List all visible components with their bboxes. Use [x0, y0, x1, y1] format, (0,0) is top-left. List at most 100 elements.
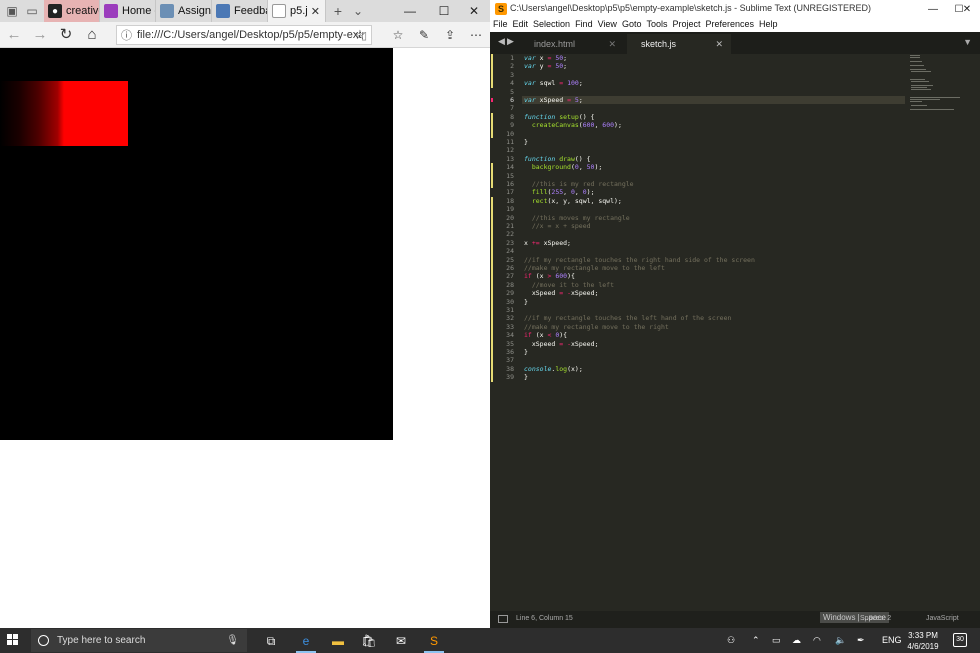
line-number: 28	[506, 280, 514, 289]
set-aside-tabs-icon[interactable]: ▣	[4, 3, 20, 19]
minimap-line	[910, 97, 960, 98]
code-editor[interactable]: var x = 50; var y = 50; var sqwl = 100; …	[522, 54, 905, 611]
mail-icon[interactable]: ✉	[388, 629, 414, 653]
tab-label: index.html	[534, 39, 576, 49]
git-modified-marker	[491, 163, 493, 189]
assignment-icon	[160, 4, 174, 18]
line-number: 1	[510, 54, 514, 62]
address-bar[interactable]: ⓘ file:///C:/Users/angel/Desktop/p5/p5/e…	[116, 25, 372, 45]
forward-icon[interactable]: →	[30, 25, 50, 45]
line-number: 32	[506, 314, 514, 323]
back-icon[interactable]: ←	[4, 25, 24, 45]
browser-window: ▣ ▭ ● creative Home - Assignn Feedba p5.…	[0, 0, 490, 628]
menu-tools[interactable]: Tools	[646, 19, 667, 32]
git-deleted-marker	[491, 98, 493, 102]
menu-selection[interactable]: Selection	[533, 19, 570, 32]
code-line: var sqwl = 100;	[524, 79, 583, 88]
page-icon	[272, 4, 286, 18]
people-icon[interactable]: ⚇	[727, 635, 735, 646]
new-tab-icon[interactable]: +	[330, 3, 346, 19]
clock-date: 4/6/2019	[907, 642, 939, 651]
favorites-hub-icon[interactable]: ☆	[388, 25, 408, 45]
menu-goto[interactable]: Goto	[622, 19, 642, 32]
pen-workspace-icon[interactable]: ✒	[857, 635, 865, 646]
menu-find[interactable]: Find	[575, 19, 593, 32]
code-line: //make my rectangle move to the left	[524, 264, 665, 272]
address-url[interactable]: file:///C:/Users/angel/Desktop/p5/p5/emp…	[137, 29, 361, 41]
line-number: 35	[506, 339, 514, 348]
line-number: 23	[506, 238, 514, 247]
more-icon[interactable]: ⋯	[466, 25, 486, 45]
code-line: xSpeed = -xSpeed;	[524, 289, 599, 298]
tab-scroll-left-icon[interactable]: ◀	[498, 36, 505, 47]
onedrive-cloud-icon[interactable]: ☁	[792, 635, 801, 646]
code-line: var x = 50;	[524, 54, 568, 62]
favorite-star-icon[interactable]: ☆	[350, 25, 370, 45]
microphone-icon[interactable]: 🎙	[226, 635, 239, 646]
menu-help[interactable]: Help	[759, 19, 778, 32]
browser-tab-assignment[interactable]: Assignn	[156, 0, 212, 22]
edge-browser-icon[interactable]: e	[293, 629, 319, 653]
close-tab-icon[interactable]: ✕	[311, 5, 320, 18]
git-modified-marker	[491, 70, 493, 88]
git-modified-marker	[491, 112, 493, 138]
panel-toggle-icon[interactable]	[498, 615, 508, 623]
line-number: 8	[510, 112, 514, 121]
minimap[interactable]	[908, 54, 976, 114]
sublime-text-taskbar-icon[interactable]: S	[421, 629, 447, 653]
tab-preview-icon[interactable]: ▭	[24, 3, 40, 19]
browser-tab-home[interactable]: Home -	[100, 0, 156, 22]
close-tab-icon[interactable]: ✕	[608, 39, 616, 50]
refresh-icon[interactable]: ↻	[56, 25, 76, 45]
code-line: //this moves my rectangle	[531, 213, 630, 222]
code-line: x += xSpeed;	[524, 238, 571, 247]
maximize-icon[interactable]: ☐	[428, 0, 460, 22]
store-icon[interactable]: 🛍	[356, 629, 382, 653]
browser-tab-p5[interactable]: p5.j ✕	[268, 0, 326, 22]
line-number: 4	[510, 79, 514, 88]
minimap-line	[910, 69, 926, 70]
battery-icon[interactable]: ▭	[772, 635, 781, 646]
close-tab-icon[interactable]: ✕	[715, 39, 723, 50]
line-number: 18	[506, 196, 514, 205]
action-center-icon[interactable]: 30	[953, 633, 967, 647]
page-info-icon[interactable]: ⓘ	[121, 27, 132, 43]
menu-preferences[interactable]: Preferences	[705, 19, 754, 32]
menu-view[interactable]: View	[598, 19, 617, 32]
browser-tab-feedback[interactable]: Feedba	[212, 0, 268, 22]
windows-start-icon[interactable]	[7, 634, 19, 646]
tab-index-html[interactable]: index.html ✕	[520, 34, 624, 54]
tab-scroll-right-icon[interactable]: ▶	[507, 36, 514, 47]
menu-edit[interactable]: Edit	[513, 19, 529, 32]
github-icon: ●	[48, 4, 62, 18]
line-number: 5	[510, 87, 514, 96]
minimap-line	[910, 79, 925, 80]
taskbar-search-box[interactable]: Type here to search 🎙	[31, 629, 247, 652]
close-window-icon[interactable]: ✕	[956, 0, 978, 19]
share-icon[interactable]: ⇪	[440, 25, 460, 45]
wifi-icon[interactable]: ◠	[813, 635, 821, 646]
pen-notes-icon[interactable]: ✎	[414, 25, 434, 45]
minimize-icon[interactable]: —	[394, 0, 426, 22]
p5-canvas	[0, 48, 393, 440]
input-language[interactable]: ENG	[882, 635, 902, 645]
home-icon[interactable]: ⌂	[82, 25, 102, 45]
line-number-gutter: 1 2 3 4 5 6 7 8 9 10 11 12 13 14 15 16 17 18 19 20 21 22 23 24 2…	[490, 54, 522, 611]
menu-file[interactable]: File	[493, 19, 508, 32]
git-modified-marker	[491, 54, 493, 71]
clock-time: 3:33 PM	[908, 631, 938, 640]
tab-label: Feedba	[234, 5, 268, 17]
git-modified-marker	[491, 196, 493, 248]
menu-project[interactable]: Project	[672, 19, 700, 32]
tab-list-chevron-icon[interactable]: ⌄	[350, 3, 366, 19]
file-explorer-icon[interactable]: ▬	[325, 629, 351, 653]
tab-sketch-js[interactable]: sketch.js ✕	[627, 34, 731, 54]
close-window-icon[interactable]: ✕	[458, 0, 490, 22]
syntax-selector[interactable]: JavaScript	[926, 615, 959, 622]
task-view-icon[interactable]: ⧉	[258, 629, 284, 653]
browser-tab-creative[interactable]: ● creative	[44, 0, 100, 22]
volume-icon[interactable]: 🔈	[835, 635, 846, 646]
system-clock[interactable]: 3:33 PM 4/6/2019	[903, 630, 943, 652]
show-hidden-icons-chevron[interactable]: ⌃	[752, 635, 760, 646]
tab-dropdown-icon[interactable]: ▼	[963, 37, 972, 47]
